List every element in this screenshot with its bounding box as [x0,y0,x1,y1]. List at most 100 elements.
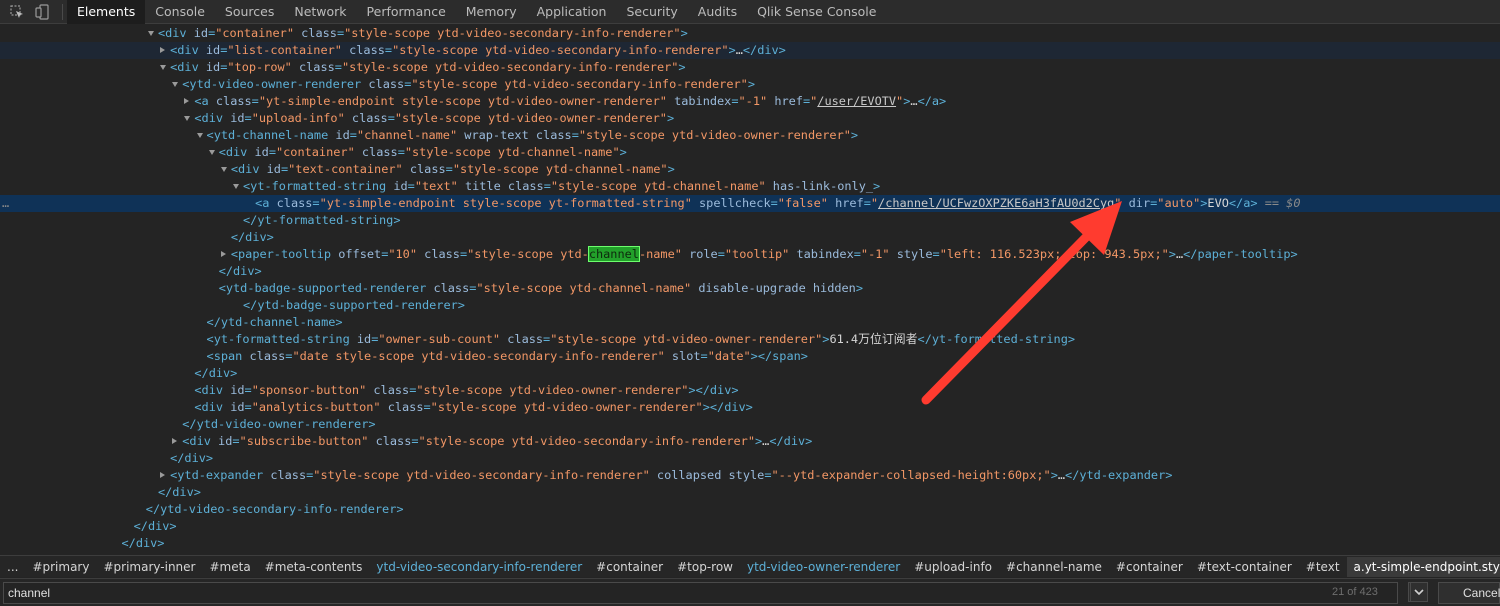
dom-node[interactable]: <div id="container" class="style-scope y… [0,25,1500,42]
dom-node[interactable]: </div> [0,484,1500,501]
breadcrumb-item[interactable]: #meta-contents [258,560,370,574]
dom-node[interactable]: </div> [0,229,1500,246]
dom-node[interactable]: </yt-formatted-string> [0,212,1500,229]
dom-node[interactable]: <yt-formatted-string id="owner-sub-count… [0,331,1500,348]
breadcrumb-item[interactable]: a.yt-simple-endpoint.style-scope.yt-form… [1346,556,1500,577]
dom-node[interactable]: <div id="top-row" class="style-scope ytd… [0,59,1500,76]
expand-triangle-open-icon[interactable] [220,167,227,172]
node-actions-ellipsis[interactable]: … [2,195,9,212]
cancel-button[interactable]: Cancel [1438,582,1500,604]
expand-triangle-open-icon[interactable] [172,82,179,87]
dom-node[interactable]: </ytd-channel-name> [0,314,1500,331]
tab-performance[interactable]: Performance [357,0,456,24]
dom-node[interactable]: <a class="yt-simple-endpoint style-scope… [0,93,1500,110]
dom-node[interactable]: <div id="list-container" class="style-sc… [0,42,1500,59]
dom-node[interactable]: <div id="sponsor-button" class="style-sc… [0,382,1500,399]
breadcrumb-item[interactable]: #primary [25,560,96,574]
expand-triangle-closed-icon[interactable] [184,98,190,104]
href-link[interactable]: /channel/UCFwzOXPZKE6aH3fAU0d2Cyg [878,196,1114,210]
dom-node[interactable]: </div> [0,263,1500,280]
breadcrumb-item[interactable]: ytd-video-secondary-info-renderer [369,560,589,574]
tab-audits[interactable]: Audits [688,0,747,24]
tab-console[interactable]: Console [145,0,215,24]
expand-triangle-open-icon[interactable] [184,116,191,121]
chevron-down-icon [1414,589,1424,596]
expand-triangle-open-icon[interactable] [160,65,167,70]
token: <div [194,383,231,397]
dom-node[interactable]: <ytd-expander class="style-scope ytd-vid… [0,467,1500,484]
dom-node[interactable]: <ytd-video-owner-renderer class="style-s… [0,76,1500,93]
token: <div [230,162,267,176]
search-match-count: 21 of 423 [1332,586,1378,598]
dom-node[interactable]: </div> [0,535,1500,551]
tab-security[interactable]: Security [616,0,687,24]
expand-triangle-closed-icon[interactable] [172,438,178,444]
breadcrumb-item[interactable]: #container [589,560,670,574]
expand-triangle-open-icon[interactable] [147,31,154,36]
dom-node[interactable]: <div id="subscribe-button" class="style-… [0,433,1500,450]
dom-node[interactable]: <paper-tooltip offset = "10" class = "style-… [0,246,1500,263]
breadcrumb-item[interactable]: #text [1299,560,1347,574]
tab-qlik-sense-console[interactable]: Qlik Sense Console [747,0,886,24]
token: tabindex [666,94,732,108]
token: = [543,179,551,193]
dom-node[interactable]: </div> [0,518,1500,535]
token: class [341,43,385,57]
token: <ytd-channel-name [206,128,336,142]
breadcrumb-item[interactable]: #primary-inner [96,560,202,574]
dom-node[interactable]: </ytd-video-secondary-info-renderer> [0,501,1500,518]
dom-node[interactable]: </ytd-video-owner-renderer> [0,416,1500,433]
breadcrumb-item[interactable]: #channel-name [999,560,1109,574]
token: </div> [742,43,786,57]
breadcrumb-item[interactable]: #meta [202,560,257,574]
breadcrumb-overflow[interactable]: ... [0,560,25,574]
token: <div [170,60,206,74]
dom-node[interactable]: </div> [0,365,1500,382]
breadcrumb-item[interactable]: ytd-video-owner-renderer [740,560,907,574]
expand-triangle-closed-icon[interactable] [160,472,166,478]
breadcrumb: ... #primary #primary-inner #meta #meta-con… [0,555,1500,577]
token: role [681,247,718,261]
token: </div> [769,434,813,448]
token: id [205,43,221,57]
device-toolbar-icon[interactable] [34,3,50,20]
token: class [380,400,424,414]
token: "left: 116.523px; top: 943.5px;" [939,247,1169,261]
tab-network[interactable]: Network [284,0,356,24]
dom-node[interactable]: <div id="upload-info" class="style-scope… [0,110,1500,127]
token: "style-scope ytd-video-secondary-info-re… [411,77,748,91]
dom-node[interactable]: <ytd-channel-name id="channel-name" wrap… [0,127,1500,144]
next-match-button[interactable] [1410,582,1428,602]
expand-triangle-closed-icon[interactable] [220,251,226,257]
breadcrumb-item[interactable]: #text-container [1190,560,1299,574]
expand-triangle-open-icon[interactable] [196,133,203,138]
dom-node-markup: </ytd-video-secondary-info-renderer> [146,501,404,518]
tab-elements[interactable]: Elements [67,0,146,24]
search-input[interactable] [3,582,1398,604]
tab-sources[interactable]: Sources [215,0,284,24]
href-link[interactable]: /user/EVOTV [817,94,896,108]
dom-node[interactable]: </ytd-badge-supported-renderer> [0,297,1500,314]
dom-node-selected[interactable]: … <a class="yt-simple-endpoint style-scop… [0,195,1500,212]
expand-triangle-open-icon[interactable] [233,184,239,189]
breadcrumb-item[interactable]: #container [1109,560,1190,574]
dom-node[interactable]: <div id="text-container" class="style-sc… [0,161,1500,178]
expand-triangle-open-icon[interactable] [208,150,215,155]
tab-application[interactable]: Application [527,0,617,24]
dom-node[interactable]: <ytd-badge-supported-renderer class="sty… [0,280,1500,297]
dom-node[interactable]: <div id="analytics-button" class="style-… [0,399,1500,416]
dom-node[interactable]: </div> [0,450,1500,467]
expand-triangle-closed-icon[interactable] [160,47,166,53]
dom-node[interactable]: <yt-formatted-string id="text" title cla… [0,178,1500,195]
dom-node[interactable]: <div id="container" class="style-scope y… [0,144,1500,161]
dom-node-markup: <span class = "date style-scope ytd-video-… [207,348,808,365]
dom-node[interactable]: <span class = "date style-scope ytd-video-… [0,348,1500,365]
breadcrumb-item[interactable]: #top-row [670,560,740,574]
tab-memory[interactable]: Memory [456,0,527,24]
dom-node-markup: </ytd-badge-supported-renderer> [243,297,465,314]
breadcrumb-item[interactable]: #upload-info [907,560,999,574]
dom-node-markup: <div id="top-row" class="style-scope ytd… [170,59,686,76]
token: > [667,162,675,176]
inspect-element-icon[interactable] [9,4,25,20]
token: = [244,400,252,414]
